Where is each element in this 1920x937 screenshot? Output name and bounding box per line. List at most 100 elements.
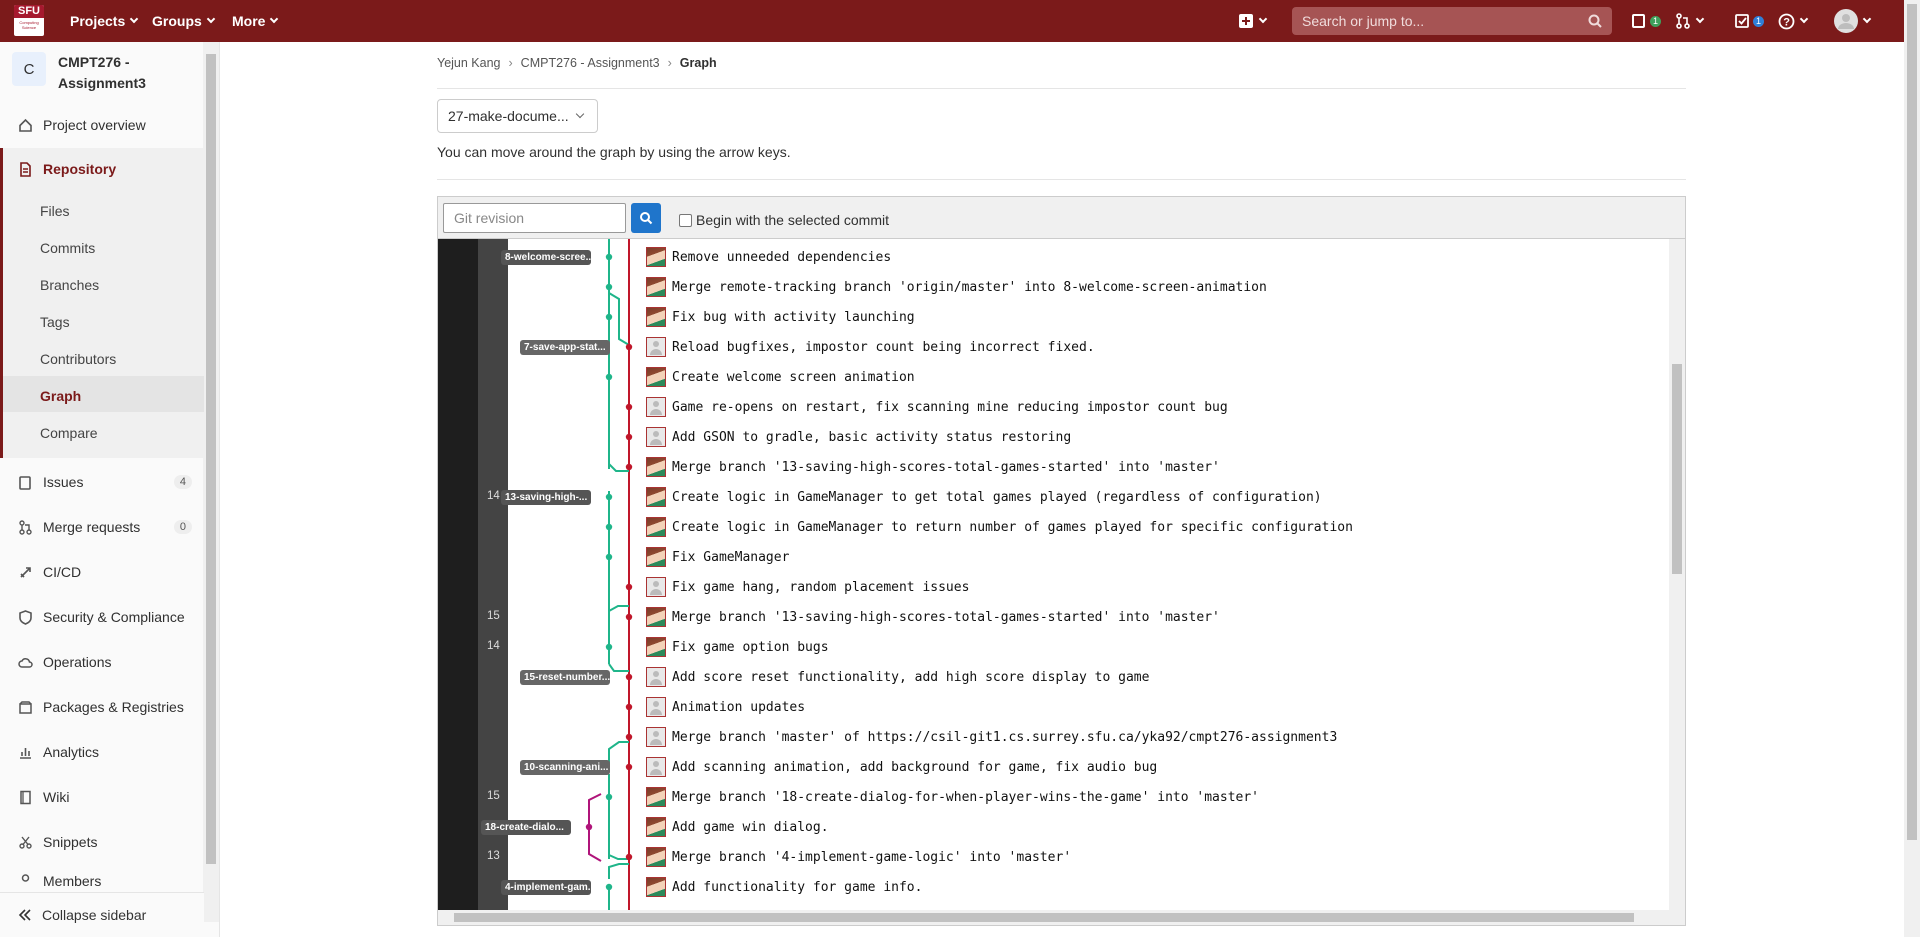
sidebar-item-cicd[interactable]: CI/CD	[0, 554, 204, 590]
commit-row[interactable]: Fix bug with activity launching	[646, 302, 915, 332]
branch-label[interactable]: 4-implement-gam...	[501, 880, 591, 895]
sidebar-item-repository[interactable]: Repository	[0, 151, 204, 187]
branch-label[interactable]: 10-scanning-ani...	[520, 760, 610, 775]
revision-search-button[interactable]	[631, 203, 661, 233]
commit-message[interactable]: Create welcome screen animation	[672, 370, 915, 385]
sidebar-item-operations[interactable]: Operations	[0, 644, 204, 680]
sidebar-item-snippets[interactable]: Snippets	[0, 824, 204, 860]
merge-requests-nav-button[interactable]	[1675, 0, 1705, 42]
projects-menu[interactable]: Projects	[70, 0, 139, 42]
commit-row[interactable]: Merge branch 'master' of https://csil-gi…	[646, 722, 1337, 752]
sidebar-subitem-commits[interactable]: Commits	[40, 240, 95, 256]
commit-message[interactable]: Fix game option bugs	[672, 640, 829, 655]
commit-message[interactable]: Animation updates	[672, 700, 805, 715]
breadcrumb-current[interactable]: Graph	[680, 56, 717, 70]
commit-message[interactable]: Merge branch '4-implement-game-logic' in…	[672, 850, 1071, 865]
commit-message[interactable]: Add score reset functionality, add high …	[672, 670, 1149, 685]
commit-row[interactable]: Remove unneeded dependencies	[646, 242, 891, 272]
user-menu[interactable]	[1834, 0, 1872, 42]
sidebar-subitem-compare[interactable]: Compare	[40, 425, 98, 441]
branch-label[interactable]: 7-save-app-stat...	[520, 340, 610, 355]
commit-row[interactable]: Merge branch '4-implement-game-logic' in…	[646, 842, 1071, 872]
commit-message[interactable]: Remove unneeded dependencies	[672, 250, 891, 265]
graph-horizontal-scrollbar[interactable]	[438, 910, 1685, 925]
commit-message[interactable]: Add game win dialog.	[672, 820, 829, 835]
commit-row[interactable]: Create welcome screen animation	[646, 362, 915, 392]
git-revision-input[interactable]: Git revision	[443, 203, 626, 233]
graph-canvas[interactable]: 8-welcome-scree... 7-save-app-stat... 13…	[438, 239, 1668, 910]
commit-message[interactable]: Fix game hang, random placement issues	[672, 580, 969, 595]
sfu-logo[interactable]: SFU Computing Science	[14, 5, 44, 36]
sidebar-item-packages[interactable]: Packages & Registries	[0, 689, 204, 725]
new-dropdown[interactable]	[1238, 0, 1268, 42]
commit-row[interactable]: Reload bugfixes, impostor count being in…	[646, 332, 1095, 362]
search-input[interactable]: Search or jump to...	[1292, 7, 1612, 35]
sidebar-subitem-files[interactable]: Files	[40, 203, 70, 219]
commit-row[interactable]: Merge branch '13-saving-high-scores-tota…	[646, 452, 1220, 482]
sidebar-item-members[interactable]: Members	[0, 869, 204, 889]
commit-message[interactable]: Reload bugfixes, impostor count being in…	[672, 340, 1095, 355]
sidebar-subitem-branches[interactable]: Branches	[40, 277, 99, 293]
begin-with-selected-commit[interactable]: Begin with the selected commit	[679, 212, 889, 228]
commit-message[interactable]: Merge branch '13-saving-high-scores-tota…	[672, 610, 1220, 625]
commit-row[interactable]: Add game win dialog.	[646, 812, 829, 842]
sidebar-item-project-overview[interactable]: Project overview	[0, 107, 204, 143]
commit-message[interactable]: Merge branch '13-saving-high-scores-tota…	[672, 460, 1220, 475]
commit-row[interactable]: Fix game hang, random placement issues	[646, 572, 969, 602]
commit-message[interactable]: Merge branch 'master' of https://csil-gi…	[672, 730, 1337, 745]
branch-label[interactable]: 18-create-dialo...	[481, 820, 571, 835]
commit-row[interactable]: Fix GameManager	[646, 542, 789, 572]
commit-message[interactable]: Game re-opens on restart, fix scanning m…	[672, 400, 1228, 415]
issues-nav-button[interactable]: 1	[1632, 0, 1662, 42]
collapse-sidebar-button[interactable]: Collapse sidebar	[0, 892, 204, 937]
commit-message[interactable]: Fix bug with activity launching	[672, 310, 915, 325]
graph-vertical-scroll-thumb[interactable]	[1672, 364, 1682, 574]
sidebar-project-header[interactable]: C CMPT276 - Assignment3	[12, 52, 178, 94]
commit-message[interactable]: Create logic in GameManager to return nu…	[672, 520, 1353, 535]
commit-message[interactable]: Merge remote-tracking branch 'origin/mas…	[672, 280, 1267, 295]
more-menu[interactable]: More	[232, 0, 279, 42]
commit-message[interactable]: Fix GameManager	[672, 550, 789, 565]
commit-row[interactable]: Add scanning animation, add background f…	[646, 752, 1157, 782]
sidebar-subitem-tags[interactable]: Tags	[40, 314, 70, 330]
commit-row[interactable]: Merge branch '18-create-dialog-for-when-…	[646, 782, 1259, 812]
commit-row[interactable]: Add functionality for game info.	[646, 872, 922, 902]
commit-row[interactable]: Animation updates	[646, 692, 805, 722]
breadcrumb-owner[interactable]: Yejun Kang	[437, 56, 501, 70]
sidebar-scroll-thumb[interactable]	[206, 54, 216, 864]
commit-row[interactable]: Create logic in GameManager to return nu…	[646, 512, 1353, 542]
branch-label[interactable]: 15-reset-number...	[520, 670, 610, 685]
sidebar-item-wiki[interactable]: Wiki	[0, 779, 204, 815]
begin-checkbox[interactable]	[679, 213, 692, 227]
sidebar-item-security[interactable]: Security & Compliance	[0, 599, 204, 635]
page-scrollbar[interactable]	[1904, 0, 1920, 937]
sidebar-subitem-graph[interactable]: Graph	[40, 388, 81, 404]
sidebar-item-merge-requests[interactable]: Merge requests 0	[0, 509, 204, 545]
commit-row[interactable]: Game re-opens on restart, fix scanning m…	[646, 392, 1228, 422]
sidebar-item-analytics[interactable]: Analytics	[0, 734, 204, 770]
commit-message[interactable]: Create logic in GameManager to get total…	[672, 490, 1322, 505]
commit-row[interactable]: Create logic in GameManager to get total…	[646, 482, 1322, 512]
branch-label[interactable]: 13-saving-high-...	[501, 490, 591, 505]
help-dropdown[interactable]: ?	[1778, 0, 1809, 42]
graph-horizontal-scroll-thumb[interactable]	[454, 913, 1634, 922]
branch-label[interactable]: 8-welcome-scree...	[501, 250, 591, 265]
sidebar-subitem-contributors[interactable]: Contributors	[40, 351, 116, 367]
branch-select-dropdown[interactable]: 27-make-docume...	[437, 99, 598, 133]
groups-menu[interactable]: Groups	[152, 0, 216, 42]
commit-row[interactable]: Merge branch '13-saving-high-scores-tota…	[646, 602, 1220, 632]
commit-message[interactable]: Add scanning animation, add background f…	[672, 760, 1157, 775]
commit-row[interactable]: Add score reset functionality, add high …	[646, 662, 1149, 692]
todos-nav-button[interactable]: 1	[1735, 0, 1765, 42]
page-scroll-thumb[interactable]	[1907, 4, 1917, 840]
commit-message[interactable]: Merge branch '18-create-dialog-for-when-…	[672, 790, 1259, 805]
sidebar-scrollbar[interactable]	[203, 42, 219, 922]
commit-message[interactable]: Add GSON to gradle, basic activity statu…	[672, 430, 1071, 445]
commit-row[interactable]: Add GSON to gradle, basic activity statu…	[646, 422, 1071, 452]
commit-row[interactable]: Merge remote-tracking branch 'origin/mas…	[646, 272, 1267, 302]
commit-row[interactable]: Fix game option bugs	[646, 632, 829, 662]
graph-vertical-scrollbar[interactable]	[1669, 239, 1685, 910]
sidebar-item-issues[interactable]: Issues 4	[0, 464, 204, 500]
commit-message[interactable]: Add functionality for game info.	[672, 880, 922, 895]
breadcrumb-project[interactable]: CMPT276 - Assignment3	[521, 56, 660, 70]
